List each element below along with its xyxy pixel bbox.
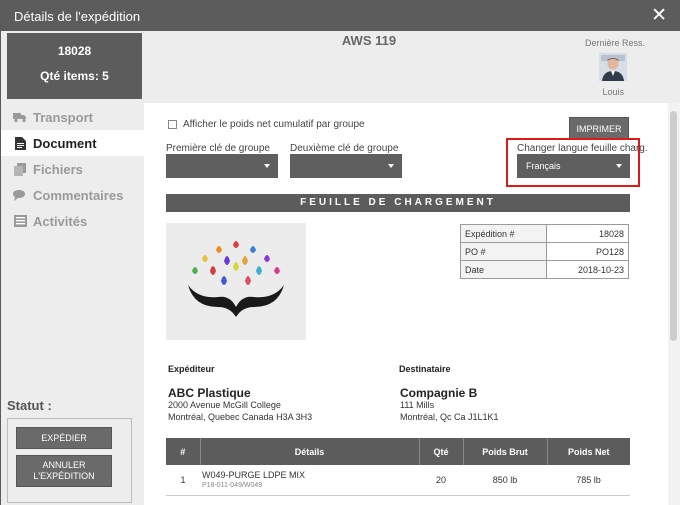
chevron-down-icon [616, 164, 622, 168]
cancel-shipment-button[interactable]: ANNULER L'EXPÉDITION [16, 455, 112, 487]
scrollbar-thumb[interactable] [670, 111, 677, 341]
files-icon [13, 162, 27, 176]
activities-icon [13, 214, 27, 228]
status-label: Statut : [7, 398, 52, 413]
cancel-button-line2: L'EXPÉDITION [33, 471, 95, 481]
carrier-code: AWS 119 [341, 33, 397, 48]
sidebar-item-commentaires[interactable]: Commentaires [1, 182, 144, 208]
sidebar-item-label: Document [33, 135, 97, 151]
item-sku: P18-011-049/W049 [202, 482, 263, 490]
second-group-select[interactable] [290, 154, 402, 178]
avatar [599, 53, 627, 81]
sidebar-item-label: Fichiers [33, 161, 83, 177]
info-value: PO128 [546, 242, 629, 261]
language-label: Changer langue feuille charg. [517, 143, 648, 154]
sidebar-item-activites[interactable]: Activités [1, 208, 144, 234]
shipper-heading: Expéditeur [168, 364, 215, 374]
chevron-down-icon [388, 164, 394, 168]
company-logo [166, 223, 306, 340]
column-header: # [166, 438, 200, 465]
sidebar-nav: Transport Document Fichiers Commentaires [1, 104, 144, 234]
language-select[interactable]: Français [517, 154, 630, 178]
consignee-address-line2: Montréal, Qc Ca J1L1K1 [400, 412, 499, 422]
comments-icon [13, 188, 27, 202]
items-table: # Détails Qté Poids Brut Poids Net 1 W04… [166, 438, 630, 496]
consignee-name: Compagnie B [400, 386, 478, 400]
language-value: Français [526, 161, 561, 171]
ship-button[interactable]: EXPÉDIER [16, 427, 112, 449]
info-value: 2018-10-23 [546, 260, 629, 279]
loading-sheet-banner: FEUILLE DE CHARGEMENT [166, 194, 630, 212]
consignee-heading: Destinataire [399, 364, 451, 374]
document-panel: Afficher le poids net cumulatif par grou… [144, 103, 668, 505]
column-header: Qté [418, 438, 463, 465]
sidebar-item-document[interactable]: Document [1, 130, 144, 156]
shipment-details-window: Détails de l'expédition ✕ 18028 Qté item… [0, 0, 680, 505]
column-header: Détails [199, 438, 419, 465]
table-row: 1 W049-PURGE LDPE MIX P18-011-049/W049 2… [166, 465, 630, 496]
item-description: W049-PURGE LDPE MIX [202, 470, 306, 481]
sidebar-item-label: Transport [33, 109, 93, 125]
details-header: AWS 119 Dernière Ress. Louis [144, 31, 680, 103]
sidebar-item-label: Activités [33, 213, 88, 229]
sidebar-item-transport[interactable]: Transport [1, 104, 144, 130]
info-key: Date [460, 260, 547, 279]
table-row: Date 2018-10-23 [460, 260, 629, 279]
first-group-label: Première clé de groupe [166, 143, 270, 154]
column-header: Poids Net [546, 438, 630, 465]
sidebar-item-label: Commentaires [33, 187, 124, 203]
table-header-row: # Détails Qté Poids Brut Poids Net [166, 438, 630, 465]
titlebar: Détails de l'expédition [1, 1, 679, 31]
first-group-select[interactable] [166, 154, 278, 178]
table-row: Expédition # 18028 [460, 224, 629, 243]
status-actions: EXPÉDIER ANNULER L'EXPÉDITION [7, 418, 132, 503]
consignee-address-line1: 111 Mills [400, 400, 435, 410]
close-icon[interactable]: ✕ [651, 6, 667, 26]
info-key: PO # [460, 242, 547, 261]
second-group-label: Deuxième clé de groupe [290, 143, 399, 154]
truck-icon [13, 110, 27, 124]
checkbox-label: Afficher le poids net cumulatif par grou… [183, 119, 365, 130]
sidebar-item-fichiers[interactable]: Fichiers [1, 156, 144, 182]
qty-items: Qté items: 5 [40, 69, 109, 83]
last-resource-label: Dernière Ress. [584, 38, 645, 48]
sidebar: 18028 Qté items: 5 Transport Document Fi… [1, 31, 144, 505]
print-button[interactable]: IMPRIMER [569, 117, 629, 140]
row-detail: W049-PURGE LDPE MIX P18-011-049/W049 [200, 465, 419, 496]
user-name: Louis [602, 87, 624, 97]
shipper-name: ABC Plastique [168, 386, 251, 400]
window-title: Détails de l'expédition [14, 8, 141, 24]
cancel-button-line1: ANNULER [42, 460, 86, 470]
document-icon [13, 136, 27, 150]
row-gross-weight: 850 lb [463, 465, 547, 496]
info-key: Expédition # [460, 224, 547, 243]
cumulative-weight-checkbox[interactable] [168, 120, 177, 129]
shipment-number: 18028 [57, 44, 92, 58]
shipper-address-line2: Montréal, Quebec Canada H3A 3H3 [168, 412, 313, 422]
shipper-address-line1: 2000 Avenue McGill College [168, 400, 281, 410]
row-qty: 20 [419, 465, 463, 496]
info-value: 18028 [546, 224, 629, 243]
row-number: 1 [166, 465, 200, 496]
table-row: PO # PO128 [460, 242, 629, 261]
chevron-down-icon [264, 164, 270, 168]
shipment-info-table: Expédition # 18028 PO # PO128 Date 2018-… [460, 224, 629, 279]
column-header: Poids Brut [462, 438, 547, 465]
shipment-summary: 18028 Qté items: 5 [7, 33, 142, 99]
cumulative-weight-option[interactable]: Afficher le poids net cumulatif par grou… [168, 119, 365, 130]
row-net-weight: 785 lb [547, 465, 630, 496]
